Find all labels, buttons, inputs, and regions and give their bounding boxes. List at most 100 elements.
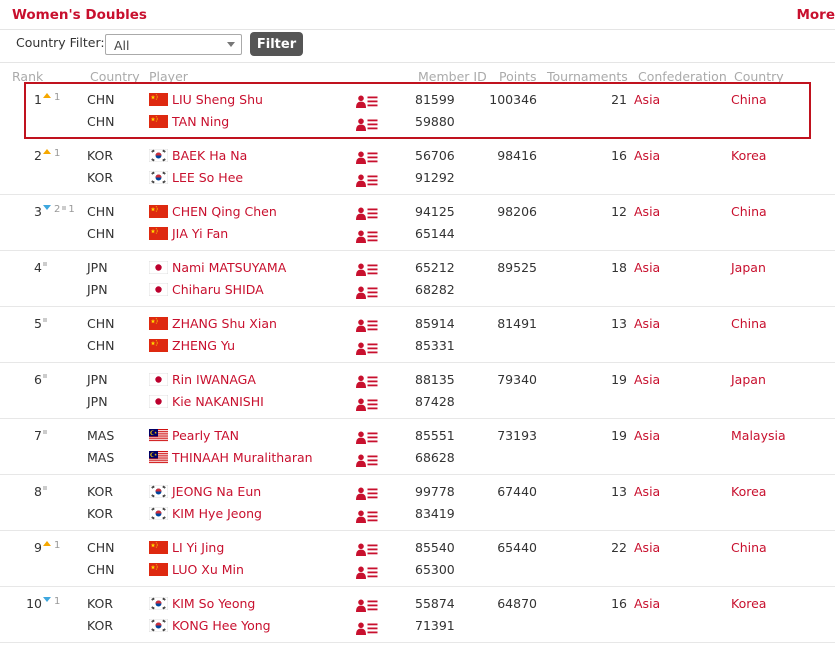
player-profile-icon[interactable] [356,230,378,243]
col-tournaments: Tournaments [547,69,628,84]
table-header: Rank Country Player Member ID Points Tou… [0,63,835,84]
player-name-link[interactable]: LI Yi Jing [172,540,224,555]
player-profile-icon[interactable] [356,454,378,467]
player-profile-icon[interactable] [356,342,378,355]
player-name-link[interactable]: Pearly TAN [172,428,239,443]
player-name-link[interactable]: CHEN Qing Chen [172,204,277,219]
table-row: 9 1 CHN LI Yi Jing 85540 CHN LUO Xu Min 65300 65… [0,531,835,587]
player-name-link[interactable]: JEONG Na Eun [172,484,261,499]
player-name-link[interactable]: KIM So Yeong [172,596,255,611]
confederation-link[interactable]: Asia [634,540,660,555]
player-name-link[interactable]: Rin IWANAGA [172,372,256,387]
japan-flag-icon [148,260,169,275]
player-profile-icon[interactable] [356,487,378,500]
player-profile-icon[interactable] [356,599,378,612]
player-name-link[interactable]: ZHANG Shu Xian [172,316,277,331]
china-flag-icon [149,205,168,218]
player-name-link[interactable]: LIU Sheng Shu [172,92,263,107]
table-row: 6 JPN Rin IWANAGA 88135 JPN Kie NAKANISHI 8742… [0,363,835,419]
rank-move-value: 1 [54,148,61,159]
more-link[interactable]: More [796,7,835,23]
player-profile-icon[interactable] [356,431,378,444]
player-country-code: JPN [87,394,108,409]
tournaments: 18 [611,260,627,275]
player-name-link[interactable]: Chiharu SHIDA [172,282,264,297]
player-profile-icon[interactable] [356,375,378,388]
country-link[interactable]: Japan [731,372,766,387]
points: 98416 [497,148,537,163]
rank: 4 [34,260,42,275]
player-profile-icon[interactable] [356,510,378,523]
country-link[interactable]: Korea [731,484,766,499]
player-profile-icon[interactable] [356,151,378,164]
japan-flag-icon [148,372,169,387]
country-link[interactable]: Korea [731,596,766,611]
confederation-link[interactable]: Asia [634,148,660,163]
rank-move [43,428,49,439]
confederation-link[interactable]: Asia [634,596,660,611]
player-profile-icon[interactable] [356,319,378,332]
country-filter-select[interactable]: All [105,34,242,55]
same-icon [43,430,47,434]
country-link[interactable]: Korea [731,148,766,163]
player-profile-icon[interactable] [356,543,378,556]
confederation-link[interactable]: Asia [634,316,660,331]
japan-flag-icon [148,394,169,409]
player-name-link[interactable]: ZHENG Yu [172,338,235,353]
col-member-id: Member ID [418,69,487,84]
country-link[interactable]: China [731,92,767,107]
rank: 10 [26,596,42,611]
confederation-link[interactable]: Asia [634,260,660,275]
country-link[interactable]: China [731,204,767,219]
player-profile-icon[interactable] [356,398,378,411]
player-name-link[interactable]: LUO Xu Min [172,562,244,577]
player-name-link[interactable]: BAEK Ha Na [172,148,247,163]
member-id: 81599 [415,92,455,107]
confederation-link[interactable]: Asia [634,428,660,443]
player-profile-icon[interactable] [356,286,378,299]
player-profile-icon[interactable] [356,622,378,635]
country-link[interactable]: China [731,540,767,555]
confederation-link[interactable]: Asia [634,204,660,219]
rank-move [43,316,49,327]
same-icon [43,486,47,490]
member-id: 71391 [415,618,455,633]
tournaments: 21 [611,92,627,107]
rank-move [43,372,49,383]
col-country: Country [734,69,784,84]
points: 100346 [489,92,537,107]
country-link[interactable]: Japan [731,260,766,275]
tournaments: 19 [611,372,627,387]
player-profile-icon[interactable] [356,207,378,220]
player-name-link[interactable]: KIM Hye Jeong [172,506,262,521]
table-row: 7 MAS Pearly TAN 85551 MAS THINAAH Muralithar… [0,419,835,475]
rank: 1 [34,92,42,107]
col-player: Player [149,69,188,84]
member-id: 65300 [415,562,455,577]
confederation-link[interactable]: Asia [634,92,660,107]
player-profile-icon[interactable] [356,174,378,187]
country-link[interactable]: China [731,316,767,331]
player-profile-icon[interactable] [356,118,378,131]
china-flag-icon [149,563,168,576]
player-profile-icon[interactable] [356,263,378,276]
player-profile-icon[interactable] [356,95,378,108]
rank: 6 [34,372,42,387]
col-confederation: Confederation [638,69,727,84]
confederation-link[interactable]: Asia [634,372,660,387]
player-name-link[interactable]: Nami MATSUYAMA [172,260,286,275]
player-name-link[interactable]: KONG Hee Yong [172,618,271,633]
country-link[interactable]: Malaysia [731,428,786,443]
player-profile-icon[interactable] [356,566,378,579]
filter-button[interactable]: Filter [250,32,303,56]
player-name-link[interactable]: THINAAH Muralitharan [172,450,313,465]
player-name-link[interactable]: Kie NAKANISHI [172,394,264,409]
player-name-link[interactable]: JIA Yi Fan [172,226,228,241]
player-name-link[interactable]: LEE So Hee [172,170,243,185]
confederation-link[interactable]: Asia [634,484,660,499]
rank-move-value: 2 [54,204,61,215]
player-name-link[interactable]: TAN Ning [172,114,229,129]
points: 79340 [497,372,537,387]
rank-move [43,260,49,271]
member-id: 56706 [415,148,455,163]
